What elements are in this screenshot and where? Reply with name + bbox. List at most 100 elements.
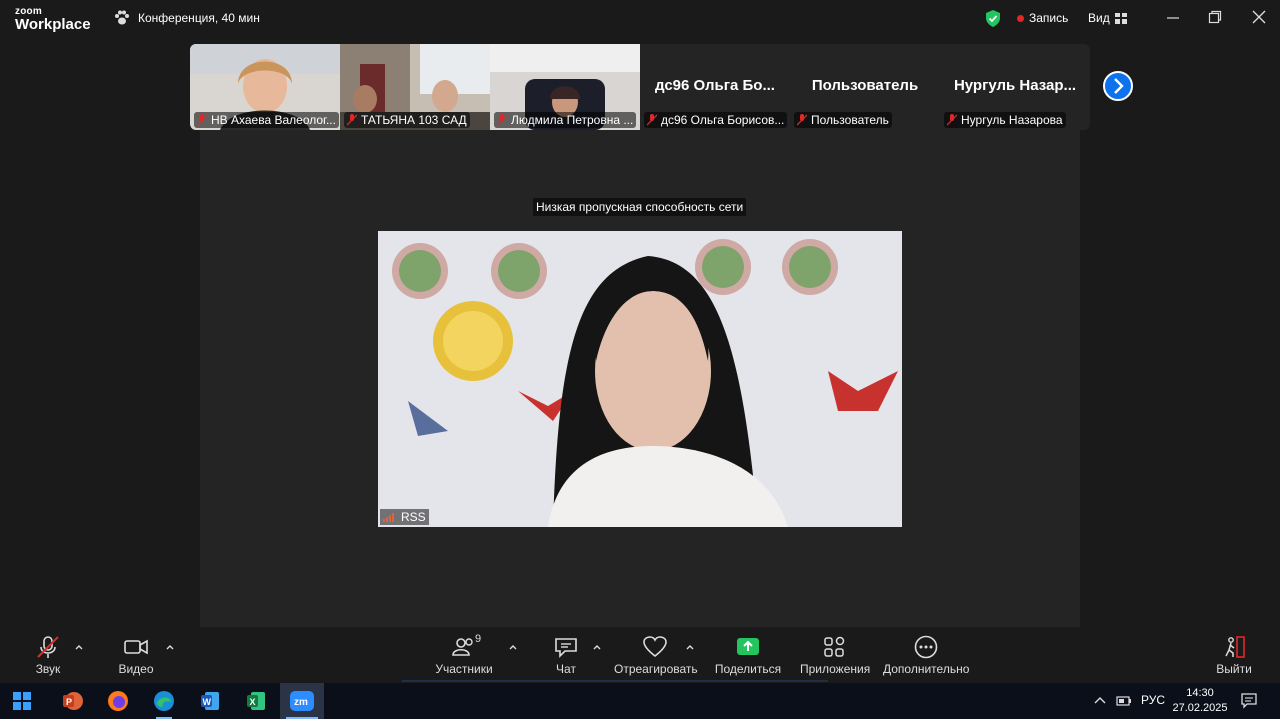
svg-text:X: X xyxy=(250,697,256,707)
restore-icon[interactable] xyxy=(1208,10,1222,24)
logo-bottom-text: Workplace xyxy=(15,16,91,33)
participant-name: ТАТЬЯНА 103 САД xyxy=(361,113,467,127)
svg-text:P: P xyxy=(66,697,72,707)
view-label: Вид xyxy=(1088,11,1110,25)
participant-name: дс96 Ольга Борисов... xyxy=(661,113,785,127)
taskbar-app-zoom[interactable]: zm xyxy=(280,683,324,719)
taskbar-app-powerpoint[interactable]: P xyxy=(50,683,94,719)
zoom-icon: zm xyxy=(290,691,314,711)
paw-icon xyxy=(115,10,129,25)
mic-muted-icon xyxy=(37,636,59,658)
word-icon: W xyxy=(201,692,219,710)
participant-name: Людмила Петровна ... xyxy=(511,113,634,127)
participant-name-label: Нургуль Назарова xyxy=(944,112,1066,128)
participant-name: НВ Ахаева Валеолог... xyxy=(211,113,336,127)
system-clock[interactable]: 14:30 27.02.2025 xyxy=(1170,686,1230,716)
speaker-label: RSS xyxy=(380,509,429,525)
leave-label: Выйти xyxy=(1216,662,1252,676)
participant-tile[interactable]: Пользователь Пользователь xyxy=(790,44,940,130)
more-button[interactable]: Дополнительно xyxy=(883,635,969,676)
heart-icon xyxy=(643,636,667,658)
minimize-icon[interactable] xyxy=(1166,10,1180,24)
excel-icon: X xyxy=(247,692,265,710)
mic-muted-icon xyxy=(497,114,507,126)
participants-icon xyxy=(452,638,473,656)
taskbar-app-word[interactable]: W xyxy=(188,683,232,719)
participants-label: Участники xyxy=(435,662,493,676)
meeting-title: Конференция, 40 мин xyxy=(138,10,260,25)
audio-options-chevron-icon[interactable] xyxy=(74,643,84,651)
chat-bubble-icon xyxy=(555,638,577,658)
participant-tile[interactable]: дс96 Ольга Бо... дс96 Ольга Борисов... xyxy=(640,44,790,130)
participant-display-name: дс96 Ольга Бо... xyxy=(655,77,775,94)
notifications-icon[interactable] xyxy=(1241,693,1257,709)
participant-name-label: Пользователь xyxy=(794,112,892,128)
mic-muted-icon xyxy=(347,114,357,126)
taskbar-app-excel[interactable]: X xyxy=(234,683,278,719)
participant-name: Пользователь xyxy=(811,113,889,127)
apps-button[interactable]: Приложения xyxy=(800,635,870,676)
participant-name: Нургуль Назарова xyxy=(961,113,1063,127)
firefox-icon xyxy=(108,691,128,711)
chat-label: Чат xyxy=(556,662,576,676)
grid-icon xyxy=(1114,12,1127,24)
start-button[interactable] xyxy=(0,683,44,719)
record-dot-icon xyxy=(1017,14,1024,22)
apps-label: Приложения xyxy=(800,662,871,676)
video-options-chevron-icon[interactable] xyxy=(165,643,175,651)
chat-options-chevron-icon[interactable] xyxy=(592,643,602,651)
clock-date: 27.02.2025 xyxy=(1172,702,1228,714)
react-options-chevron-icon[interactable] xyxy=(685,643,695,651)
signal-strength-icon xyxy=(383,513,394,522)
clock-time: 14:30 xyxy=(1186,687,1214,699)
view-button[interactable]: Вид xyxy=(1088,11,1127,25)
leave-button[interactable]: Выйти xyxy=(1212,635,1256,676)
participant-tile[interactable]: Нургуль Назар... Нургуль Назарова xyxy=(940,44,1090,130)
zoom-window: zoom Workplace Конференция, 40 мин Запис… xyxy=(0,0,1280,719)
start-icon xyxy=(13,692,31,710)
os-taskbar: P W X zm РУС 14:30 27.02.2025 xyxy=(0,683,1280,719)
chat-button[interactable]: Чат xyxy=(546,635,586,676)
next-page-arrow-icon[interactable] xyxy=(1103,71,1133,101)
input-language[interactable]: РУС xyxy=(1141,693,1165,707)
powerpoint-icon: P xyxy=(63,692,83,710)
participants-options-chevron-icon[interactable] xyxy=(508,643,518,651)
participant-display-name: Нургуль Назар... xyxy=(953,77,1077,94)
network-warning: Низкая пропускная способность сети xyxy=(533,198,747,216)
react-button[interactable]: Отреагировать xyxy=(614,635,698,676)
taskbar-app-edge[interactable] xyxy=(142,683,186,719)
participant-tile[interactable]: Людмила Петровна ... xyxy=(490,44,640,130)
participants-count: 9 xyxy=(475,633,482,645)
battery-icon[interactable] xyxy=(1116,695,1132,707)
mic-muted-icon xyxy=(797,114,807,126)
participant-display-name: Пользователь xyxy=(811,77,919,94)
react-label: Отреагировать xyxy=(614,662,698,676)
share-label: Поделиться xyxy=(714,662,782,676)
video-button[interactable]: Видео xyxy=(112,635,160,676)
close-icon[interactable] xyxy=(1252,10,1266,24)
tray-overflow-chevron-icon[interactable] xyxy=(1094,695,1106,705)
participant-name-label: Людмила Петровна ... xyxy=(494,112,637,128)
share-screen-icon xyxy=(737,638,759,655)
share-button[interactable]: Поделиться xyxy=(714,635,782,676)
participant-tile[interactable]: ТАТЬЯНА 103 САД xyxy=(340,44,490,130)
taskbar-app-firefox[interactable] xyxy=(96,683,140,719)
audio-label: Звук xyxy=(35,662,61,676)
video-camera-icon xyxy=(124,639,148,655)
more-label: Дополнительно xyxy=(883,662,970,676)
meeting-info[interactable]: Конференция, 40 мин xyxy=(114,10,260,25)
speaker-name: RSS xyxy=(401,510,426,524)
audio-button[interactable]: Звук xyxy=(26,635,70,676)
video-label: Видео xyxy=(118,662,154,676)
encryption-shield-icon[interactable] xyxy=(985,10,1001,27)
active-speaker-video[interactable]: RSS xyxy=(378,231,902,527)
participants-button[interactable]: 9 Участники xyxy=(432,633,496,676)
svg-text:W: W xyxy=(203,697,212,707)
edge-icon xyxy=(154,691,174,711)
participant-tile[interactable]: НВ Ахаева Валеолог... xyxy=(190,44,340,130)
apps-icon xyxy=(824,636,845,657)
participant-strip: НВ Ахаева Валеолог... ТАТЬЯНА 103 САД Лю… xyxy=(190,44,1090,130)
participant-name-label: ТАТЬЯНА 103 САД xyxy=(344,112,470,128)
app-logo: zoom Workplace xyxy=(15,7,91,33)
record-indicator[interactable]: Запись xyxy=(1017,11,1068,25)
